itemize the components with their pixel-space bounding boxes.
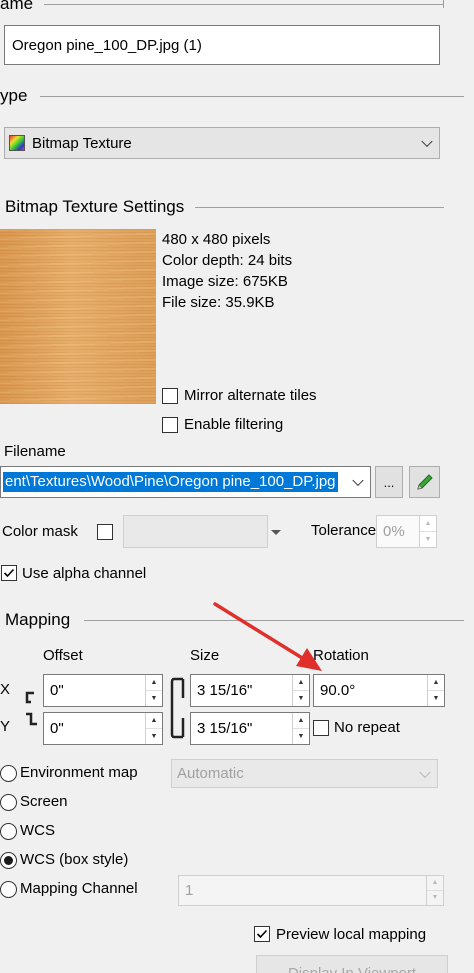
color-mask-checkbox[interactable] [97,524,113,540]
rotation-label: Rotation [313,647,369,664]
texture-info-file-size: File size: 35.9KB [162,294,275,311]
link-bracket-icon[interactable] [168,676,188,740]
environment-map-select: Automatic [171,759,438,788]
offset-x-input[interactable]: 0" ▲ ▼ [43,674,163,707]
offset-x-spinner[interactable]: ▲ ▼ [145,675,162,706]
tolerance-spinner: ▲ ▼ [419,516,436,547]
color-mask-swatch [123,515,268,548]
offset-label: Offset [43,647,83,664]
radio-screen[interactable] [0,794,17,811]
tolerance-label: Tolerance [311,522,377,539]
size-x-value: 3 15/16" [197,682,253,699]
enable-filtering-label: Enable filtering [184,416,284,433]
filename-label: Filename [4,443,66,460]
mapping-section-divider [84,620,464,621]
name-input[interactable]: Oregon pine_100_DP.jpg (1) [4,25,440,65]
texture-info-image-size: Image size: 675KB [162,273,288,290]
display-in-viewport-button[interactable]: Display In Viewport [256,955,448,973]
offset-link-icon[interactable] [22,690,40,728]
y-axis-label: Y [0,718,11,735]
no-repeat-label: No repeat [334,719,400,736]
chevron-down-icon [419,766,431,778]
offset-y-input[interactable]: 0" ▲ ▼ [43,712,163,745]
rotation-value: 90.0° [320,682,356,699]
tolerance-spinbox: 0% ▲ ▼ [376,515,437,548]
radio-mapping-channel[interactable] [0,881,17,898]
checkmark-icon [256,929,268,939]
filename-value: ent\Textures\Wood\Pine\Oregon pine_100_D… [3,472,338,492]
texture-info-resolution: 480 x 480 pixels [162,231,271,248]
size-y-input[interactable]: 3 15/16" ▲ ▼ [190,712,310,745]
wcs-label: WCS [20,822,55,839]
offset-x-value: 0" [50,682,64,699]
type-section-divider [40,96,464,97]
type-section-title: ype [0,86,28,105]
color-mask-dropdown-icon[interactable] [271,530,281,535]
radio-wcs[interactable] [0,823,17,840]
mirror-tiles-checkbox[interactable] [162,388,178,404]
size-x-spinner[interactable]: ▲ ▼ [292,675,309,706]
chevron-down-icon [352,474,364,487]
texture-info-depth: Color depth: 24 bits [162,252,293,269]
mapping-channel-spinner: ▲ ▼ [426,876,443,905]
bitmap-settings-divider [195,207,444,208]
name-section-divider [44,4,444,5]
name-section-title: ame [0,0,34,13]
radio-environment-map[interactable] [0,765,17,782]
screen-label: Screen [20,793,68,810]
radio-wcs-box-style[interactable] [0,852,17,869]
checkmark-icon [3,568,15,578]
environment-map-label: Environment map [20,764,138,781]
environment-map-value: Automatic [177,765,244,782]
type-select-value: Bitmap Texture [32,134,132,152]
size-x-input[interactable]: 3 15/16" ▲ ▼ [190,674,310,707]
mapping-channel-value: 1 [185,882,194,899]
bitmap-texture-icon [9,135,25,151]
filename-combo[interactable]: ent\Textures\Wood\Pine\Oregon pine_100_D… [0,466,371,498]
mapping-channel-label: Mapping Channel [20,880,138,897]
enable-filtering-checkbox[interactable] [162,417,178,433]
use-alpha-label: Use alpha channel [22,565,147,582]
size-y-value: 3 15/16" [197,720,253,737]
size-y-spinner[interactable]: ▲ ▼ [292,713,309,744]
name-input-value: Oregon pine_100_DP.jpg (1) [12,36,202,54]
bitmap-settings-title: Bitmap Texture Settings [5,197,185,216]
wcs-box-style-label: WCS (box style) [20,851,129,868]
rotation-spinner[interactable]: ▲ ▼ [427,675,444,706]
tolerance-value: 0% [383,523,405,540]
texture-preview-image [0,229,156,404]
chevron-down-icon [421,135,433,148]
offset-y-value: 0" [50,720,64,737]
size-label: Size [190,647,220,664]
mapping-section-title: Mapping [5,610,71,629]
x-axis-label: X [0,681,11,698]
name-section-divider-end [443,0,444,8]
offset-y-spinner[interactable]: ▲ ▼ [145,713,162,744]
use-alpha-checkbox[interactable] [1,565,17,581]
type-select[interactable]: Bitmap Texture [4,127,440,159]
pencil-icon [416,474,433,490]
rotation-input[interactable]: 90.0° ▲ ▼ [313,674,445,707]
browse-button[interactable]: ... [375,466,403,498]
mirror-tiles-label: Mirror alternate tiles [184,387,317,404]
mapping-channel-input: 1 ▲ ▼ [178,875,444,906]
no-repeat-checkbox[interactable] [313,720,329,736]
color-mask-label: Color mask [2,523,78,540]
preview-local-mapping-checkbox[interactable] [254,926,270,942]
preview-local-mapping-label: Preview local mapping [276,926,427,943]
edit-texture-button[interactable] [409,466,440,498]
